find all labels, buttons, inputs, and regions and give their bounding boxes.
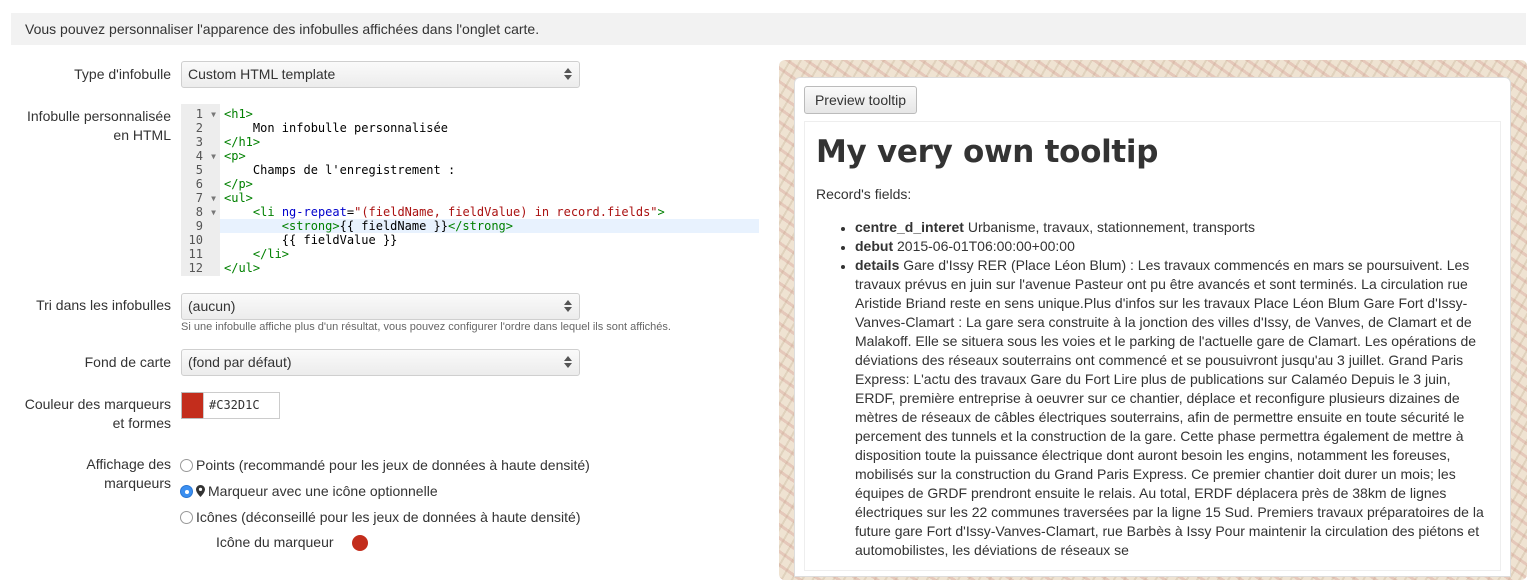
- list-item: details Gare d'Issy RER (Place Léon Blum…: [855, 256, 1491, 560]
- marker-display-label-line1: Affichage des: [86, 456, 171, 472]
- marker-color-label-line2: et formes: [112, 415, 171, 431]
- sort-select[interactable]: (aucun): [181, 293, 580, 320]
- tooltip-preview: My very own tooltip Record's fields: cen…: [804, 121, 1501, 571]
- display-option-points-label: Points (recommandé pour les jeux de donn…: [196, 457, 590, 473]
- code-line-1: <h1>: [224, 107, 253, 121]
- display-option-icons[interactable]: Icônes (déconseillé pour les jeux de don…: [180, 508, 580, 526]
- tooltip-type-select[interactable]: Custom HTML template: [181, 61, 580, 88]
- fold-arrow-icon[interactable]: ▼: [211, 150, 216, 164]
- code-line-6: </p>: [224, 177, 253, 191]
- custom-html-label: Infobulle personnalisée en HTML: [11, 107, 171, 145]
- code-line-3: </h1>: [224, 135, 261, 149]
- line-number: 2: [195, 121, 203, 135]
- marker-display-label: Affichage des marqueurs: [11, 455, 171, 493]
- display-option-points[interactable]: Points (recommandé pour les jeux de donn…: [180, 456, 590, 474]
- marker-color-label: Couleur des marqueurs et formes: [11, 395, 171, 433]
- tooltip-type-label: Type d'infobulle: [74, 66, 171, 82]
- line-number: 8: [195, 205, 203, 219]
- code-line-4: <p>: [224, 149, 246, 163]
- tooltip-title: My very own tooltip: [816, 134, 1159, 170]
- custom-html-label-line1: Infobulle personnalisée: [27, 108, 171, 124]
- display-option-icons-label: Icônes (déconseillé pour les jeux de don…: [196, 509, 581, 525]
- marker-icon-picker[interactable]: [352, 535, 368, 551]
- marker-color-label-line1: Couleur des marqueurs: [24, 396, 171, 412]
- fold-arrow-icon[interactable]: ▼: [211, 206, 216, 220]
- code-line-5: Champs de l'enregistrement :: [224, 163, 456, 177]
- list-item: centre_d_interet Urbanisme, travaux, sta…: [855, 218, 1491, 237]
- radio-points[interactable]: [180, 459, 193, 472]
- fold-arrow-icon[interactable]: ▼: [211, 108, 216, 122]
- marker-display-label-line2: marqueurs: [104, 475, 171, 491]
- field-name: details: [855, 257, 900, 273]
- map-pin-icon: [196, 485, 205, 497]
- basemap-value: (fond par défaut): [188, 354, 292, 370]
- info-banner: Vous pouvez personnaliser l'apparence de…: [11, 13, 1526, 45]
- list-item: debut 2015-06-01T06:00:00+00:00: [855, 237, 1491, 256]
- line-number: 6: [195, 177, 203, 191]
- basemap-label: Fond de carte: [84, 354, 171, 370]
- display-option-marker-label: Marqueur avec une icône optionnelle: [208, 483, 438, 499]
- code-line-9: <strong>{{ fieldName }}</strong>: [220, 219, 759, 233]
- code-line-11: </li>: [252, 247, 290, 261]
- tooltip-subtitle: Record's fields:: [816, 186, 912, 202]
- sort-value: (aucun): [188, 298, 236, 314]
- radio-marker[interactable]: [180, 485, 193, 498]
- code-line-7: <ul>: [224, 191, 253, 205]
- line-number: 5: [195, 163, 203, 177]
- sort-help-text: Si une infobulle affiche plus d'un résul…: [181, 321, 671, 333]
- code-line-2: Mon infobulle personnalisée: [224, 121, 448, 135]
- code-line-8: <li ng-repeat="(fieldName, fieldValue) i…: [252, 205, 665, 219]
- sort-label: Tri dans les infobulles: [36, 297, 171, 313]
- select-arrows-icon: [564, 356, 572, 368]
- select-arrows-icon: [564, 300, 572, 312]
- code-line-12: </ul>: [224, 261, 261, 275]
- field-value: Urbanisme, travaux, stationnement, trans…: [967, 219, 1255, 235]
- line-number: 10: [188, 233, 203, 247]
- line-number: 11: [188, 247, 203, 261]
- field-value: Gare d'Issy RER (Place Léon Blum) : Les …: [855, 257, 1484, 558]
- marker-icon-label: Icône du marqueur: [216, 534, 334, 550]
- line-number: 3: [195, 135, 203, 149]
- custom-html-label-line2: en HTML: [113, 127, 171, 143]
- field-value: 2015-06-01T06:00:00+00:00: [897, 238, 1075, 254]
- tooltip-field-list: centre_d_interet Urbanisme, travaux, sta…: [855, 218, 1491, 560]
- code-line-10: {{ fieldValue }}: [224, 233, 398, 247]
- html-code-editor[interactable]: 1 ▼ 2 3 4 ▼ 5 6 7 ▼ 8 ▼ 9 10 11 12 <h1> Mon infobulle p…: [181, 104, 759, 276]
- basemap-select[interactable]: (fond par défaut): [181, 349, 580, 376]
- field-name: debut: [855, 238, 894, 254]
- display-option-marker[interactable]: Marqueur avec une icône optionnelle: [180, 482, 438, 500]
- line-number: 9: [195, 219, 203, 233]
- line-number: 12: [188, 261, 203, 275]
- tooltip-type-value: Custom HTML template: [188, 66, 336, 82]
- preview-tooltip-button[interactable]: Preview tooltip: [804, 86, 917, 114]
- fold-arrow-icon[interactable]: ▼: [211, 192, 216, 206]
- field-name: centre_d_interet: [855, 219, 964, 235]
- line-number: 7: [195, 191, 203, 205]
- select-arrows-icon: [564, 68, 572, 80]
- line-number: 4: [195, 149, 203, 163]
- marker-color-swatch[interactable]: [181, 392, 203, 419]
- marker-color-input[interactable]: #C32D1C: [203, 392, 280, 419]
- line-number: 1: [195, 107, 203, 121]
- editor-gutter: 1 ▼ 2 3 4 ▼ 5 6 7 ▼ 8 ▼ 9 10 11 12: [181, 104, 220, 276]
- radio-icons[interactable]: [180, 511, 193, 524]
